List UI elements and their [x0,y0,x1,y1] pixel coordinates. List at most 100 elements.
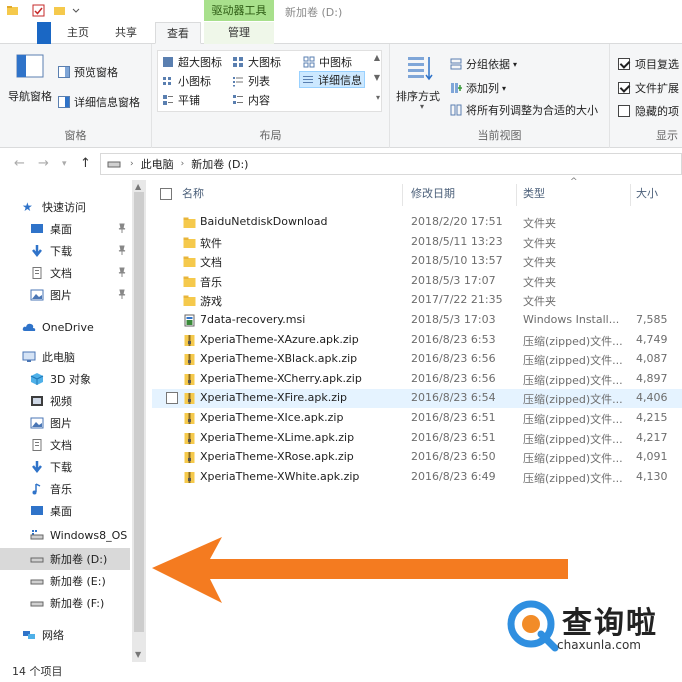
pin-icon[interactable] [118,289,126,299]
tab-view[interactable]: 查看 [155,22,201,44]
file-row[interactable]: 7data-recovery.msi 2018/5/3 17:03 Windows … [152,311,682,330]
nav-videos[interactable]: 视频 [0,390,130,412]
gallery-scroll-up-icon[interactable]: ▲ [374,53,380,62]
new-folder-icon[interactable] [53,4,66,17]
tab-share[interactable]: 共享 [104,22,148,44]
layout-item-label: 小图标 [178,74,211,88]
hidden-items-toggle[interactable]: 隐藏的项 [618,103,679,119]
nav-network[interactable]: 网络 [0,624,130,646]
layout-details[interactable]: 详细信息 [299,71,365,88]
navigation-pane-button[interactable]: 导航窗格 [8,88,52,104]
file-row[interactable]: XperiaTheme-XLime.apk.zip 2016/8/23 6:51 压… [152,429,682,448]
gallery-scroll-down-icon[interactable]: ▼ [374,73,380,82]
file-row[interactable]: BaiduNetdiskDownload 2018/2/20 17:51 文件夹 [152,213,682,232]
file-row[interactable]: 游戏 2017/7/22 21:35 文件夹 [152,291,682,310]
column-divider[interactable] [402,184,403,206]
forward-arrow-icon[interactable]: → [38,156,49,171]
add-column-button[interactable]: 添加列 ▾ [450,80,506,96]
nav-quick-documents[interactable]: 文档 [0,262,130,284]
file-extensions-checkbox[interactable] [618,82,630,94]
details-pane-button[interactable]: 详细信息窗格 [58,94,140,110]
fit-columns-button[interactable]: 将所有列调整为合适的大小 [450,102,598,118]
back-arrow-icon[interactable]: ← [14,156,25,171]
recent-locations-chevron-icon[interactable]: ▾ [62,159,67,169]
nav-drive-c[interactable]: Windows8_OS [0,524,130,546]
sort-by-icon[interactable] [406,54,434,82]
properties-check-icon[interactable] [32,4,45,17]
nav-pane-scrollbar[interactable]: ▲ ▼ [132,180,146,662]
pin-icon[interactable] [118,267,126,277]
file-row[interactable]: 音乐 2018/5/3 17:07 文件夹 [152,272,682,291]
hidden-items-checkbox[interactable] [618,105,630,117]
layout-list[interactable]: 列表 [230,72,272,89]
nav-drive-f[interactable]: 新加卷 (F:) [0,592,130,614]
nav-quick-pictures[interactable]: 图片 [0,284,130,306]
nav-item-label: 音乐 [50,483,72,496]
nav-pane-scroll-thumb[interactable] [134,192,144,632]
nav-drive-e[interactable]: 新加卷 (E:) [0,570,130,592]
file-name: XperiaTheme-XIce.apk.zip [200,411,344,424]
sort-by-button[interactable]: 排序方式 [396,88,440,104]
nav-downloads[interactable]: 下载 [0,456,130,478]
file-row[interactable]: XperiaTheme-XBlack.apk.zip 2016/8/23 6:56… [152,350,682,369]
nav-this-pc[interactable]: 此电脑 [0,346,130,368]
navigation-pane-icon[interactable] [16,54,44,78]
nav-music[interactable]: 音乐 [0,478,130,500]
file-row[interactable]: XperiaTheme-XFire.apk.zip 2016/8/23 6:54 压… [152,389,682,409]
nav-3d-objects[interactable]: 3D 对象 [0,368,130,390]
nav-onedrive[interactable]: OneDrive [0,316,130,338]
layout-tiles[interactable]: 平铺 [160,91,202,108]
file-row[interactable]: XperiaTheme-XRose.apk.zip 2016/8/23 6:50 压… [152,448,682,467]
group-by-button[interactable]: 分组依据 ▾ [450,56,517,72]
file-size: 4,406 [636,391,668,405]
layout-large-icons[interactable]: 大图标 [230,53,283,70]
column-divider[interactable] [516,184,517,206]
file-row[interactable]: XperiaTheme-XCherry.apk.zip 2016/8/23 6:5… [152,370,682,389]
layout-item-label: 列表 [248,74,270,88]
column-header-date[interactable]: 修改日期 [411,180,455,208]
column-header-type[interactable]: 类型 [523,180,545,208]
tab-home[interactable]: 主页 [58,22,98,44]
nav-quick-access[interactable]: ★ 快速访问 [0,196,130,218]
preview-pane-button[interactable]: 预览窗格 [58,64,118,80]
up-arrow-icon[interactable]: ↑ [80,156,91,171]
nav-quick-desktop[interactable]: 桌面 [0,218,130,240]
breadcrumb-this-pc[interactable]: 此电脑 [141,156,174,172]
row-checkbox[interactable] [166,392,178,405]
gallery-expand-icon[interactable]: ▾ [376,93,380,102]
nav-desktop[interactable]: 桌面 [0,500,130,522]
file-row[interactable]: XperiaTheme-XWhite.apk.zip 2016/8/23 6:49… [152,468,682,487]
layout-content[interactable]: 内容 [230,91,272,108]
pin-icon[interactable] [118,245,126,255]
layout-small-icons[interactable]: 小图标 [160,72,213,89]
address-box[interactable]: › 此电脑 › 新加卷 (D:) [100,153,682,175]
scroll-up-icon[interactable]: ▲ [135,182,141,191]
layout-extra-large-icons[interactable]: 超大图标 [160,53,224,70]
sort-by-dropdown-icon[interactable]: ▾ [420,102,424,111]
tab-manage[interactable]: 管理 [204,22,274,44]
quick-access-dropdown-icon[interactable] [72,4,80,17]
file-row[interactable]: 文档 2018/5/10 13:57 文件夹 [152,252,682,271]
pin-icon[interactable] [118,223,126,233]
preview-pane-icon [58,66,70,78]
file-tab[interactable] [37,22,51,44]
file-row[interactable]: XperiaTheme-XIce.apk.zip 2016/8/23 6:51 压缩… [152,409,682,428]
file-row[interactable]: XperiaTheme-XAzure.apk.zip 2016/8/23 6:53… [152,331,682,350]
layout-medium-icons[interactable]: 中图标 [301,53,354,70]
scroll-down-icon[interactable]: ▼ [135,650,141,659]
column-header-size[interactable]: 大小 [636,180,658,208]
select-all-checkbox[interactable] [160,188,172,200]
nav-quick-downloads[interactable]: 下载 [0,240,130,262]
item-checkboxes-toggle[interactable]: 项目复选 [618,56,679,72]
breadcrumb-drive-d[interactable]: 新加卷 (D:) [191,156,248,172]
column-divider[interactable] [630,184,631,206]
item-checkboxes-checkbox[interactable] [618,58,630,70]
file-extensions-toggle[interactable]: 文件扩展 [618,80,679,96]
file-row[interactable]: 软件 2018/5/11 13:23 文件夹 [152,233,682,252]
nav-drive-d[interactable]: 新加卷 (D:) [0,548,130,570]
nav-item-label: 文档 [50,267,72,280]
nav-pictures[interactable]: 图片 [0,412,130,434]
column-header-name[interactable]: 名称 [182,180,204,208]
nav-documents[interactable]: 文档 [0,434,130,456]
nav-item-label: 图片 [50,417,72,430]
